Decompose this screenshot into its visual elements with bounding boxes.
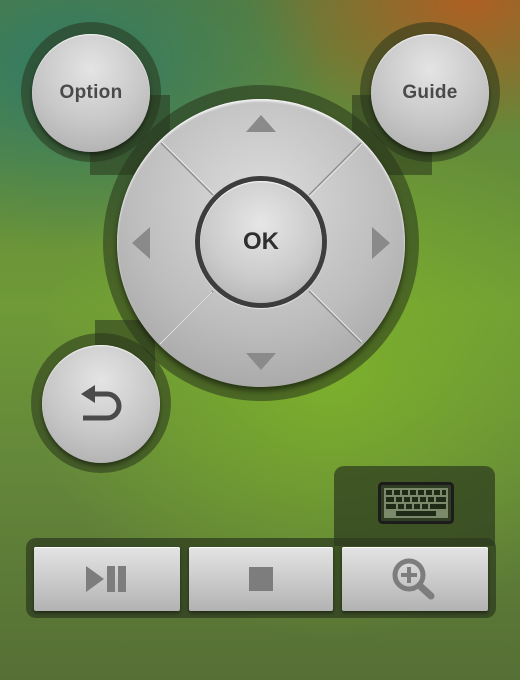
remote-control: Option Guide OK [0,0,520,680]
keyboard-button[interactable] [378,482,454,524]
guide-button-label: Guide [402,82,458,103]
dpad-left-button[interactable] [117,193,195,293]
option-button-label: Option [59,82,123,103]
stop-icon [249,567,273,591]
play-pause-icon [86,566,126,592]
ok-button[interactable]: OK [200,181,322,303]
ok-button-label: OK [243,228,279,255]
stop-button[interactable] [189,547,333,611]
back-button[interactable] [42,345,160,463]
dpad-right-button[interactable] [327,193,405,293]
dpad-down-button[interactable] [211,309,311,387]
keyboard-icon [378,482,454,524]
arrow-up-icon [246,115,276,132]
zoom-in-icon [392,558,435,600]
dpad-up-button[interactable] [211,99,311,177]
zoom-in-button[interactable] [342,547,488,611]
arrow-right-icon [372,227,390,259]
arrow-down-icon [246,353,276,370]
dpad: OK [117,99,405,387]
back-arrow-icon [81,385,122,421]
play-pause-button[interactable] [34,547,180,611]
arrow-left-icon [132,227,150,259]
